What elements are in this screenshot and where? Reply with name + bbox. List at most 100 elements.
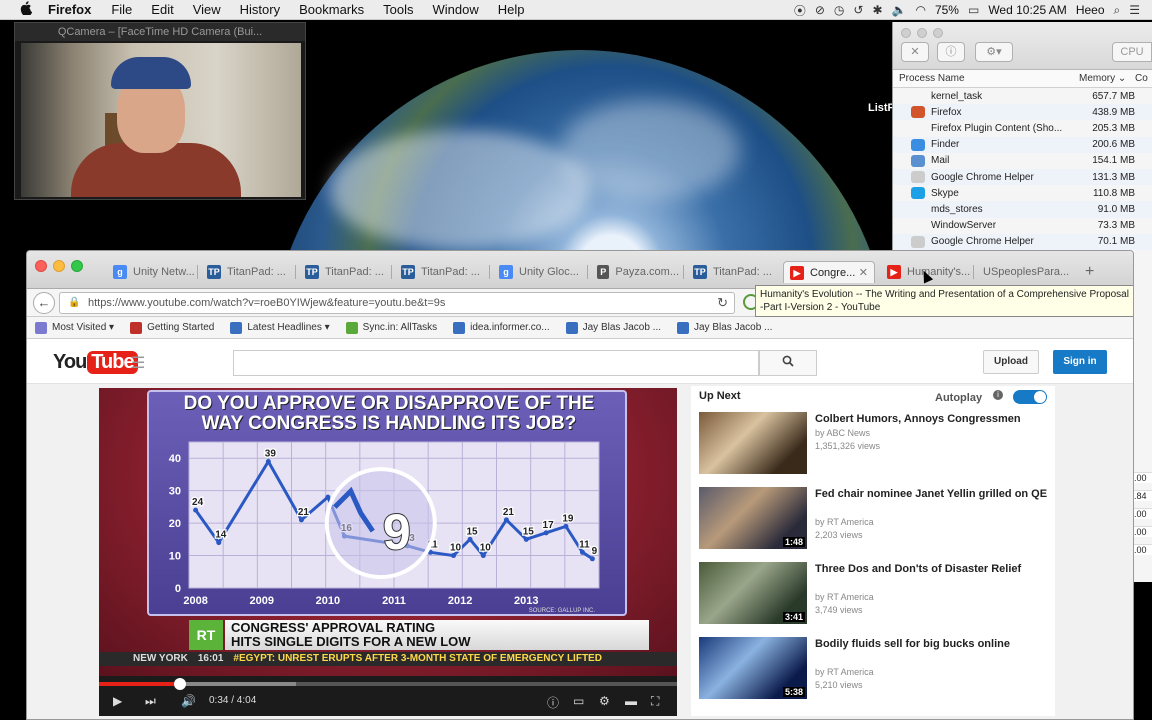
video-title[interactable]: Colbert Humors, Annoys Congressmen	[815, 412, 1051, 426]
browser-tab[interactable]: USpeoplesPara...	[977, 261, 1081, 283]
menu-history[interactable]: History	[240, 2, 280, 17]
process-row[interactable]: WindowServer 73.3 MB	[893, 218, 1152, 234]
related-video[interactable]: 5:38 Bodily fluids sell for big bucks onl…	[699, 637, 1051, 701]
close-button[interactable]	[35, 260, 47, 272]
bookmark-item[interactable]: Jay Blas Jacob ...	[677, 321, 772, 334]
browser-tab[interactable]: P Payza.com...	[591, 261, 679, 283]
gear-icon[interactable]: ⚙▾	[975, 42, 1013, 62]
zoom-button[interactable]	[71, 260, 83, 272]
video-channel[interactable]: by RT America	[815, 667, 874, 677]
guide-menu-icon[interactable]: ☰	[131, 353, 145, 373]
related-video[interactable]: 1:48 Fed chair nominee Janet Yellin grill…	[699, 487, 1051, 551]
info-icon[interactable]: ⓘ	[937, 42, 965, 62]
volume-icon[interactable]: 🔊	[181, 694, 196, 708]
video-title[interactable]: Bodily fluids sell for big bucks online	[815, 637, 1051, 651]
browser-tab[interactable]: TP TitanPad: ...	[299, 261, 387, 283]
video-thumbnail[interactable]: 1:48	[699, 487, 807, 549]
tab-close-icon[interactable]: ✕	[859, 266, 868, 279]
process-row[interactable]: kernel_task 657.7 MB	[893, 88, 1152, 104]
process-row[interactable]: Google Chrome Helper 70.1 MB	[893, 233, 1152, 250]
battery-percent[interactable]: 75%	[935, 3, 959, 17]
browser-tab[interactable]: g Unity Netw...	[107, 261, 195, 283]
progress-bar[interactable]	[99, 678, 677, 690]
bookmark-item[interactable]: idea.informer.co...	[453, 321, 550, 334]
record-icon[interactable]: ⦿	[794, 2, 806, 19]
captions-info-icon[interactable]: ⓘ	[547, 694, 559, 711]
video-thumbnail[interactable]: 5:38	[699, 637, 807, 699]
column-extra[interactable]: Co	[1135, 73, 1148, 84]
menu-help[interactable]: Help	[498, 2, 525, 17]
related-video[interactable]: 3:41 Three Dos and Don'ts of Disaster Rel…	[699, 562, 1051, 626]
fullscreen-icon[interactable]: ⛶	[651, 694, 659, 709]
apple-menu-icon[interactable]	[20, 1, 36, 18]
theater-mode-icon[interactable]: ▬	[625, 694, 637, 708]
process-row[interactable]: Firefox 438.9 MB	[893, 104, 1152, 121]
bookmark-item[interactable]: Latest Headlines ▾	[230, 321, 330, 334]
bookmark-item[interactable]: Getting Started	[130, 321, 214, 334]
process-row[interactable]: Skype 110.8 MB	[893, 185, 1152, 201]
browser-tab[interactable]: TP TitanPad: ...	[687, 261, 775, 283]
back-button[interactable]: ←	[33, 292, 55, 314]
menu-edit[interactable]: Edit	[151, 2, 173, 17]
zoom-button[interactable]	[933, 28, 943, 38]
browser-tab[interactable]: g Unity Gloc...	[493, 261, 581, 283]
related-video[interactable]: Colbert Humors, Annoys Congressmen by ABC…	[699, 412, 1051, 476]
video-title[interactable]: Fed chair nominee Janet Yellin grilled o…	[815, 487, 1051, 501]
search-input[interactable]	[233, 350, 759, 376]
notification-center-icon[interactable]: ☰	[1129, 3, 1140, 17]
url-bar[interactable]: 🔒 https://www.youtube.com/watch?v=roeB0Y…	[59, 292, 735, 314]
menu-app-name[interactable]: Firefox	[48, 2, 91, 17]
minimize-button[interactable]	[917, 28, 927, 38]
process-row[interactable]: Finder 200.6 MB	[893, 136, 1152, 153]
menu-bookmarks[interactable]: Bookmarks	[299, 2, 364, 17]
video-title[interactable]: Three Dos and Don'ts of Disaster Relief	[815, 562, 1051, 576]
time-machine-icon[interactable]: ↺	[853, 3, 863, 17]
column-memory[interactable]: Memory ⌄	[1079, 73, 1135, 84]
video-channel[interactable]: by ABC News	[815, 428, 870, 438]
process-row[interactable]: Firefox Plugin Content (Sho... 205.3 MB	[893, 120, 1152, 136]
menu-clock[interactable]: Wed 10:25 AM	[988, 3, 1067, 17]
video-player[interactable]: DO YOU APPROVE OR DISAPPROVE OF THE WAY …	[99, 388, 677, 716]
tab-cpu[interactable]: CPU	[1112, 42, 1152, 62]
browser-tab[interactable]: TP TitanPad: ...	[395, 261, 483, 283]
bookmark-item[interactable]: Most Visited ▾	[35, 321, 114, 334]
sync-icon[interactable]: ⊘	[815, 3, 825, 17]
menu-window[interactable]: Window	[433, 2, 479, 17]
browser-tab[interactable]: TP TitanPad: ...	[201, 261, 289, 283]
process-row[interactable]: mds_stores 91.0 MB	[893, 201, 1152, 218]
menu-view[interactable]: View	[193, 2, 221, 17]
next-icon[interactable]: ⏭	[145, 694, 156, 709]
bluetooth-icon[interactable]: ✱	[872, 3, 882, 17]
battery-icon[interactable]: ▭	[968, 3, 979, 17]
upload-button[interactable]: Upload	[983, 350, 1039, 374]
qcamera-title[interactable]: QCamera – [FaceTime HD Camera (Bui...	[15, 23, 305, 41]
autoplay-toggle[interactable]	[1013, 390, 1047, 404]
settings-gear-icon[interactable]: ⚙	[599, 694, 610, 708]
clock-icon[interactable]: ◷	[834, 3, 844, 17]
youtube-logo[interactable]: You Tube	[53, 351, 138, 374]
wifi-icon[interactable]: ◠	[915, 3, 925, 17]
search-button[interactable]	[759, 350, 817, 376]
video-thumbnail[interactable]	[699, 412, 807, 474]
browser-tab[interactable]: ▶ Congre... ✕	[783, 261, 875, 283]
close-button[interactable]	[901, 28, 911, 38]
play-icon[interactable]: ▶	[113, 694, 122, 708]
video-thumbnail[interactable]: 3:41	[699, 562, 807, 624]
progress-scrubber[interactable]	[173, 678, 186, 690]
bookmark-item[interactable]: Jay Blas Jacob ...	[565, 321, 661, 334]
menu-user[interactable]: Heeo	[1076, 3, 1105, 17]
process-row[interactable]: Google Chrome Helper 131.3 MB	[893, 168, 1152, 186]
new-tab-button[interactable]: +	[1085, 263, 1094, 281]
volume-icon[interactable]: 🔈	[892, 3, 907, 17]
minimize-button[interactable]	[53, 260, 65, 272]
video-channel[interactable]: by RT America	[815, 592, 874, 602]
reload-icon[interactable]: ↻	[717, 295, 728, 311]
sign-in-button[interactable]: Sign in	[1053, 350, 1107, 374]
spotlight-icon[interactable]: ⌕	[1114, 3, 1121, 18]
column-process-name[interactable]: Process Name	[893, 73, 1079, 84]
process-row[interactable]: Mail 154.1 MB	[893, 153, 1152, 169]
subtitles-icon[interactable]: ▭	[573, 694, 584, 708]
stop-process-icon[interactable]: ✕	[901, 42, 929, 62]
menu-file[interactable]: File	[111, 2, 132, 17]
bookmark-item[interactable]: Sync.in: AllTasks	[345, 321, 437, 334]
